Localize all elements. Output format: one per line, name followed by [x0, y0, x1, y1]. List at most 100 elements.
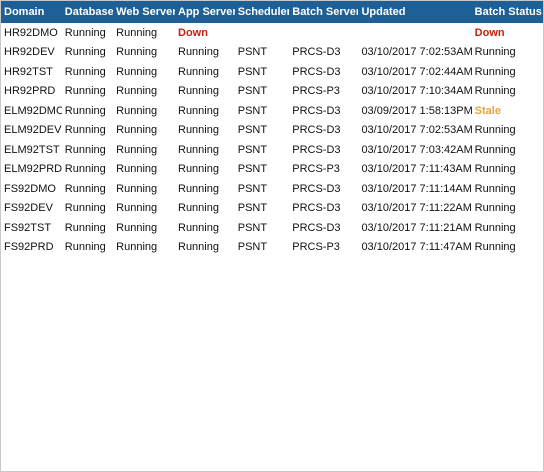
cell-app-server: Running — [178, 182, 219, 195]
table-row[interactable]: HR92DEV Running Running Running PSNT PRCS-D3 0… — [1, 43, 543, 63]
cell-scheduler: PSNT — [237, 85, 268, 98]
column-header-batch-server[interactable]: Batch Server — [289, 1, 359, 23]
cell-app-server: Running — [178, 85, 219, 98]
cell-domain[interactable]: HR92DMO — [1, 23, 62, 43]
column-header-domain[interactable]: Domain — [1, 1, 62, 23]
cell-scheduler: PSNT — [237, 124, 268, 137]
cell-batch-status: Running — [474, 241, 516, 254]
cell-scheduler: PSNT — [237, 241, 268, 254]
cell-batch-status: Running — [474, 46, 516, 59]
cell-domain[interactable]: ELM92TST — [1, 140, 62, 160]
cell-scheduler: PSNT — [237, 182, 268, 195]
cell-database: Running — [64, 104, 106, 117]
table-row[interactable]: HR92TST Running Running Running PSNT PRCS-D3 0… — [1, 62, 543, 82]
cell-domain[interactable]: FS92DEV — [1, 199, 62, 219]
cell-app-server: Running — [178, 163, 219, 176]
cell-domain[interactable]: FS92DMO — [1, 179, 62, 199]
cell-database: Running — [64, 143, 106, 156]
cell-updated: 03/10/2017 7:11:22AM — [361, 202, 472, 215]
cell-database: Running — [64, 182, 106, 195]
table-row[interactable]: HR92DMO Running Running Down Down — [1, 23, 543, 43]
cell-batch-status: Running — [474, 202, 516, 215]
column-header-batch-status[interactable]: Batch Status — [471, 1, 543, 23]
cell-batch-status: Running — [474, 85, 516, 98]
cell-web-server: Running — [116, 85, 158, 98]
cell-web-server: Running — [116, 202, 158, 215]
cell-batch-status: Down — [474, 26, 505, 39]
cell-batch-status: Stale — [474, 104, 501, 117]
cell-web-server: Running — [116, 241, 158, 254]
cell-batch-status: Running — [474, 163, 516, 176]
cell-web-server: Running — [116, 221, 158, 234]
cell-domain[interactable]: HR92TST — [1, 62, 62, 82]
cell-batch-server: PRCS-D3 — [292, 124, 341, 137]
cell-updated: 03/10/2017 7:11:43AM — [361, 163, 472, 176]
cell-web-server: Running — [116, 26, 158, 39]
cell-web-server: Running — [116, 104, 158, 117]
cell-domain[interactable]: FS92TST — [1, 218, 62, 238]
cell-batch-status: Running — [474, 124, 516, 137]
cell-domain[interactable]: ELM92DMO — [1, 101, 62, 121]
table-body: HR92DMO Running Running Down Down HR92DEV Runn… — [1, 23, 543, 257]
cell-batch-server: PRCS-D3 — [292, 65, 341, 78]
cell-database: Running — [64, 65, 106, 78]
cell-app-server: Running — [178, 124, 219, 137]
cell-batch-server: PRCS-P3 — [292, 163, 340, 176]
domain-status-table: Domain Database Web Server App Server Sc… — [1, 1, 543, 257]
table-row[interactable]: ELM92DMO Running Running Running PSNT PRCS-D3… — [1, 101, 543, 121]
cell-app-server: Running — [178, 241, 219, 254]
cell-batch-server: PRCS-D3 — [292, 221, 341, 234]
column-header-updated[interactable]: Updated — [358, 1, 472, 23]
cell-web-server: Running — [116, 46, 158, 59]
cell-updated: 03/10/2017 7:11:47AM — [361, 241, 472, 254]
column-header-scheduler[interactable]: Scheduler — [234, 1, 290, 23]
cell-updated: 03/10/2017 7:11:21AM — [361, 221, 472, 234]
table-row[interactable]: ELM92DEV Running Running Running PSNT PRCS-D3… — [1, 121, 543, 141]
cell-app-server: Running — [178, 143, 219, 156]
column-header-database[interactable]: Database — [61, 1, 114, 23]
cell-batch-server: PRCS-D3 — [292, 182, 341, 195]
cell-domain[interactable]: ELM92PRD — [1, 160, 62, 180]
table-row[interactable]: FS92DMO Running Running Running PSNT PRCS-D3 0… — [1, 179, 543, 199]
cell-scheduler: PSNT — [237, 163, 268, 176]
cell-batch-server: PRCS-D3 — [292, 46, 341, 59]
cell-domain[interactable]: HR92PRD — [1, 82, 62, 102]
cell-batch-status: Running — [474, 65, 516, 78]
cell-app-server: Running — [178, 104, 219, 117]
cell-database: Running — [64, 124, 106, 137]
table-row[interactable]: FS92TST Running Running Running PSNT PRCS-D3 0… — [1, 218, 543, 238]
cell-web-server: Running — [116, 143, 158, 156]
cell-scheduler: PSNT — [237, 65, 268, 78]
cell-scheduler: PSNT — [237, 202, 268, 215]
cell-scheduler: PSNT — [237, 104, 268, 117]
cell-domain[interactable]: FS92PRD — [1, 238, 62, 258]
table-row[interactable]: HR92PRD Running Running Running PSNT PRCS-P3 0… — [1, 82, 543, 102]
cell-updated: 03/10/2017 7:02:53AM — [361, 124, 472, 137]
table-row[interactable]: FS92DEV Running Running Running PSNT PRCS-D3 0… — [1, 199, 543, 219]
cell-batch-server: PRCS-P3 — [292, 241, 340, 254]
cell-domain[interactable]: ELM92DEV — [1, 121, 62, 141]
status-panel: Domain Database Web Server App Server Sc… — [0, 0, 544, 472]
column-header-app-server[interactable]: App Server — [175, 1, 235, 23]
cell-batch-server: PRCS-D3 — [292, 143, 341, 156]
table-row[interactable]: FS92PRD Running Running Running PSNT PRCS-P3 0… — [1, 238, 543, 258]
table-header-row: Domain Database Web Server App Server Sc… — [1, 1, 543, 23]
table-row[interactable]: ELM92PRD Running Running Running PSNT PRCS-P3… — [1, 160, 543, 180]
cell-batch-server: PRCS-D3 — [292, 202, 341, 215]
cell-updated — [358, 23, 471, 43]
cell-web-server: Running — [116, 124, 158, 137]
cell-database: Running — [64, 221, 106, 234]
cell-scheduler: PSNT — [237, 46, 268, 59]
cell-scheduler: PSNT — [237, 221, 268, 234]
column-header-web-server[interactable]: Web Server — [113, 1, 175, 23]
cell-batch-server: PRCS-D3 — [292, 104, 341, 117]
cell-batch-server — [289, 23, 358, 43]
cell-app-server: Running — [178, 221, 219, 234]
cell-database: Running — [64, 241, 106, 254]
cell-web-server: Running — [116, 182, 158, 195]
cell-domain[interactable]: HR92DEV — [1, 43, 62, 63]
cell-web-server: Running — [116, 65, 158, 78]
cell-app-server: Running — [178, 65, 219, 78]
table-row[interactable]: ELM92TST Running Running Running PSNT PRCS-D3… — [1, 140, 543, 160]
cell-updated: 03/10/2017 7:02:53AM — [361, 46, 472, 59]
